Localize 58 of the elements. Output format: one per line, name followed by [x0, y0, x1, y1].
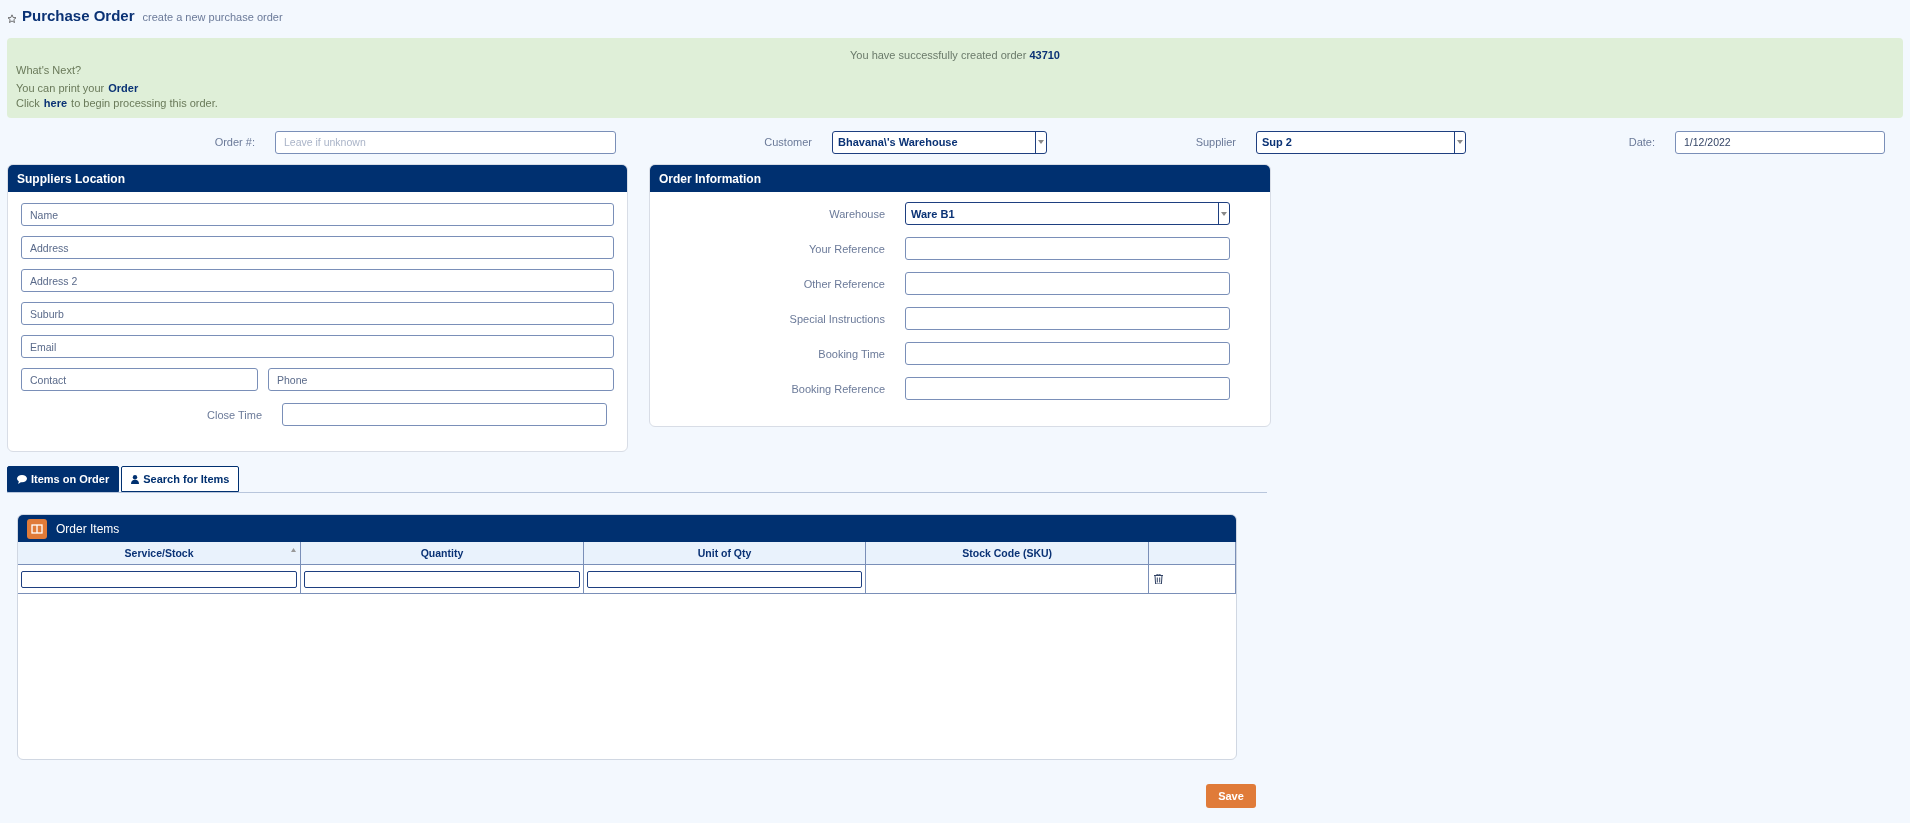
input-field[interactable] — [905, 272, 1230, 295]
trash-icon[interactable] — [1154, 574, 1163, 584]
field-label: Your Reference — [807, 242, 885, 255]
input-field[interactable]: Leave if unknown — [275, 130, 616, 154]
field-label: Close Time — [207, 408, 263, 421]
field-label: Order #: — [213, 136, 255, 148]
input-field[interactable] — [21, 570, 298, 588]
input-field[interactable]: Name — [21, 203, 614, 226]
alert-text: You can print your — [16, 81, 105, 96]
tab[interactable]: Items on Order — [7, 466, 120, 492]
field-label: Warehouse — [828, 207, 885, 220]
input-field[interactable]: Contact — [21, 368, 258, 391]
user-icon — [131, 474, 140, 484]
input-field[interactable]: Address — [21, 236, 614, 259]
card-title: Order Items — [56, 521, 120, 536]
alert-link[interactable]: here — [43, 96, 68, 111]
success-message: You have successfully created order 43710 — [850, 49, 1060, 61]
field-label: Date: — [1627, 136, 1655, 148]
field-label: Special Instructions — [788, 312, 885, 325]
input-field[interactable]: 1/12/2022 — [1675, 130, 1885, 154]
field-label: Other Reference — [802, 277, 885, 290]
caret-icon — [1038, 140, 1044, 144]
field-label: Supplier — [1194, 136, 1236, 148]
caret-icon — [1221, 211, 1227, 216]
alert-link[interactable]: Order — [108, 81, 139, 96]
page-subtitle: create a new purchase order — [142, 11, 283, 23]
select-field[interactable]: Bhavana\'s Warehouse — [832, 130, 1047, 154]
input-field[interactable]: Phone — [268, 368, 614, 391]
field-label: Booking Time — [817, 347, 885, 360]
input-field[interactable]: Suburb — [21, 302, 614, 325]
input-field[interactable] — [586, 570, 863, 588]
input-field[interactable] — [905, 342, 1230, 365]
input-field[interactable] — [905, 307, 1230, 330]
tab[interactable]: Search for Items — [121, 466, 240, 492]
input-field[interactable]: Email — [21, 335, 614, 358]
input-field[interactable] — [282, 403, 608, 426]
caret-icon — [1457, 140, 1463, 144]
field-label: Customer — [763, 136, 812, 148]
panel-title: Order Information — [659, 171, 761, 186]
column-header: Unit of Qty — [583, 542, 866, 565]
alert-text: Click — [16, 96, 40, 111]
column-header: Quantity — [300, 542, 584, 565]
alert-heading: What's Next? — [16, 64, 82, 76]
alert-text: to begin processing this order. — [71, 96, 218, 111]
sort-icon[interactable] — [291, 548, 297, 552]
panel-title: Suppliers Location — [17, 171, 125, 186]
column-header: Stock Code (SKU) — [865, 542, 1149, 565]
select-field[interactable]: Sup 2 — [1256, 130, 1466, 154]
input-field[interactable] — [905, 237, 1230, 260]
star-icon — [7, 14, 17, 24]
input-field[interactable]: Address 2 — [21, 269, 614, 292]
input-field[interactable] — [304, 570, 580, 588]
field-label: Booking Reference — [790, 382, 885, 395]
column-header: Service/Stock — [18, 542, 301, 565]
input-field[interactable] — [905, 377, 1230, 400]
speech-bubble-icon — [17, 474, 27, 484]
page-title: Purchase Order — [22, 7, 135, 24]
select-field[interactable]: Ware B1 — [905, 202, 1230, 225]
